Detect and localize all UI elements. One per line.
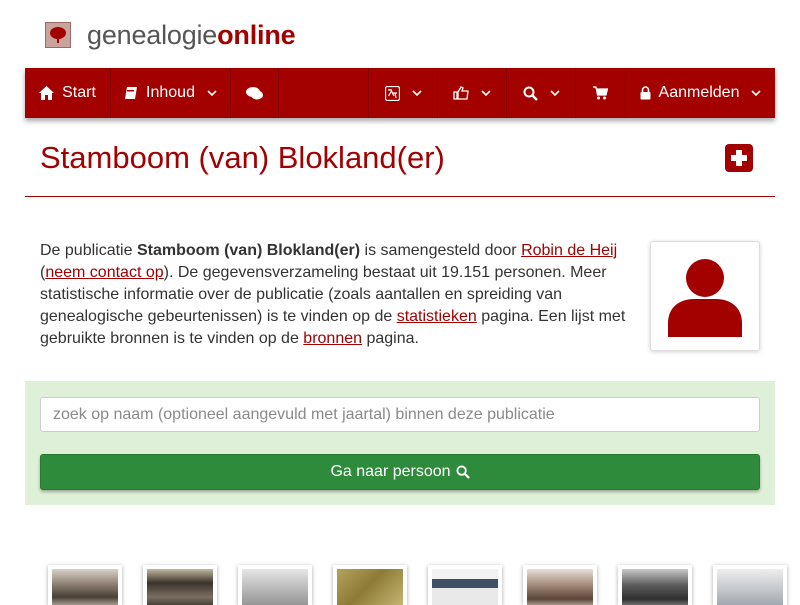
- nav-search[interactable]: [507, 68, 576, 118]
- search-icon: [455, 465, 470, 479]
- user-icon: [658, 249, 752, 343]
- chevron-down-icon: [207, 89, 217, 96]
- nav-login-label: Aanmelden: [658, 84, 740, 101]
- document-photo[interactable]: [428, 565, 502, 605]
- nav-cart[interactable]: [576, 68, 626, 118]
- lock-icon: [640, 86, 651, 100]
- publication-name: Stamboom (van) Blokland(er): [136, 242, 361, 259]
- person-photo[interactable]: [48, 565, 122, 605]
- desc-text-6: pagina.: [362, 330, 419, 347]
- title-divider: [25, 196, 775, 197]
- nav-chat[interactable]: [231, 68, 279, 118]
- nav-start-label: Start: [62, 84, 96, 101]
- publication-description: De publicatie Stamboom (van) Blokland(er…: [40, 240, 630, 350]
- chevron-down-icon: [751, 89, 762, 96]
- nav-login[interactable]: Aanmelden: [626, 68, 775, 118]
- chat-icon: [246, 86, 263, 99]
- chevron-down-icon: [411, 89, 422, 96]
- translate-icon: [384, 85, 400, 101]
- chevron-down-icon: [481, 89, 491, 96]
- home-icon: [39, 86, 55, 100]
- person-photo[interactable]: [238, 565, 312, 605]
- go-to-person-label: Ga naar persoon: [330, 463, 451, 480]
- search-icon: [523, 86, 538, 101]
- cart-icon: [593, 86, 608, 100]
- person-photo[interactable]: [143, 565, 217, 605]
- desc-text-2: is samengesteld door: [360, 242, 522, 259]
- book-icon: [125, 87, 138, 99]
- statistics-link[interactable]: statistieken: [397, 308, 477, 325]
- person-photo[interactable]: [333, 565, 407, 605]
- person-search-panel: Ga naar persoon: [25, 381, 775, 505]
- person-photo[interactable]: [713, 565, 787, 605]
- add-plus-button[interactable]: [725, 144, 753, 172]
- tree-logo-icon: [45, 22, 71, 48]
- nav-spacer: [279, 68, 369, 118]
- person-photo[interactable]: [523, 565, 597, 605]
- desc-text-1: De publicatie: [40, 242, 137, 259]
- sources-link[interactable]: bronnen: [303, 330, 362, 347]
- person-photo[interactable]: [618, 565, 692, 605]
- author-link[interactable]: Robin de Heij: [521, 242, 617, 259]
- brand-part1: genealogie: [87, 19, 218, 50]
- nav-inhoud-label: Inhoud: [146, 84, 195, 101]
- site-logo[interactable]: genealogieonline: [45, 18, 296, 52]
- page-title: Stamboom (van) Blokland(er): [40, 140, 445, 175]
- author-avatar[interactable]: [650, 241, 760, 351]
- chevron-down-icon: [549, 89, 560, 96]
- go-to-person-button[interactable]: Ga naar persoon: [40, 454, 760, 490]
- nav-like[interactable]: [438, 68, 507, 118]
- nav-inhoud[interactable]: Inhoud: [111, 68, 231, 118]
- nav-language[interactable]: [369, 68, 438, 118]
- brand-part2: online: [217, 19, 296, 50]
- main-navbar: Start Inhoud Aanmelden: [25, 68, 775, 118]
- site-name: genealogieonline: [87, 19, 296, 51]
- nav-start[interactable]: Start: [25, 68, 111, 118]
- person-search-input[interactable]: [40, 397, 760, 432]
- thumbs-up-icon: [453, 86, 469, 100]
- contact-link[interactable]: neem contact op: [45, 264, 163, 281]
